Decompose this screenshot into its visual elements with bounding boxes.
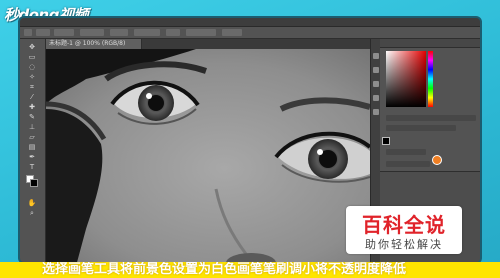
- background-color-swatch[interactable]: [30, 179, 38, 187]
- options-item[interactable]: [36, 29, 50, 36]
- eyedropper-tool-icon[interactable]: ⁄: [27, 93, 37, 101]
- magic-wand-tool-icon[interactable]: ✧: [27, 73, 37, 81]
- options-item[interactable]: [134, 29, 160, 36]
- move-tool-icon[interactable]: ✥: [27, 43, 37, 51]
- hue-slider[interactable]: [428, 51, 433, 107]
- options-item[interactable]: [80, 29, 104, 36]
- panel-row: [386, 149, 426, 155]
- clone-stamp-tool-icon[interactable]: ⊥: [27, 123, 37, 131]
- options-bar: [20, 27, 480, 39]
- pen-tool-icon[interactable]: ✒: [27, 153, 37, 161]
- eraser-tool-icon[interactable]: ▱: [27, 133, 37, 141]
- options-item[interactable]: [24, 29, 32, 36]
- panel-row: [386, 161, 430, 167]
- options-item[interactable]: [166, 29, 180, 36]
- properties-icon[interactable]: [373, 67, 379, 73]
- marquee-tool-icon[interactable]: ▭: [27, 53, 37, 61]
- title-bar: [20, 18, 480, 27]
- document-tab[interactable]: 未标题-1 @ 100% (RGB/8): [46, 39, 142, 49]
- lasso-tool-icon[interactable]: ◌: [27, 63, 37, 71]
- options-item[interactable]: [54, 29, 74, 36]
- image-canvas[interactable]: [46, 49, 370, 262]
- caption-text: 选择画笔工具将前景色设置为白色画笔笔刷调小将不透明度降低: [42, 262, 407, 277]
- panel-tabs[interactable]: [380, 39, 480, 48]
- gradient-tool-icon[interactable]: ▤: [27, 143, 37, 151]
- badge-title: 百科全说: [362, 213, 446, 237]
- brush-settings-icon[interactable]: [373, 81, 379, 87]
- zoom-tool-icon[interactable]: ⌕: [27, 209, 37, 217]
- brand-badge: 百科全说 助你轻松解决: [346, 206, 462, 254]
- character-icon[interactable]: [373, 95, 379, 101]
- brush-preset-icon[interactable]: [432, 155, 442, 165]
- badge-subtitle: 助你轻松解决: [365, 238, 443, 251]
- portrait-photo: [46, 49, 370, 262]
- crop-tool-icon[interactable]: ⌗: [27, 83, 37, 91]
- panel-row: [386, 125, 456, 131]
- color-swatch[interactable]: [382, 137, 390, 145]
- color-picker-field[interactable]: [386, 51, 426, 107]
- options-item[interactable]: [222, 29, 242, 36]
- type-tool-icon[interactable]: T: [27, 163, 37, 171]
- video-frame: 秒dong视频 ✥ ▭ ◌ ✧ ⌗ ⁄ ✚ ✎ ⊥ ▱ ▤ ✒ T ✋ ⌕ 未标…: [0, 0, 500, 278]
- tab-bar-empty: [142, 39, 370, 49]
- toolbox: ✥ ▭ ◌ ✧ ⌗ ⁄ ✚ ✎ ⊥ ▱ ▤ ✒ T ✋ ⌕: [20, 39, 46, 262]
- brush-tool-icon[interactable]: ✎: [27, 113, 37, 121]
- panel-row: [386, 115, 476, 121]
- options-item[interactable]: [110, 29, 128, 36]
- caption-bar: 选择画笔工具将前景色设置为白色画笔笔刷调小将不透明度降低: [0, 262, 500, 278]
- options-item[interactable]: [186, 29, 216, 36]
- history-icon[interactable]: [373, 53, 379, 59]
- paragraph-icon[interactable]: [373, 109, 379, 115]
- healing-tool-icon[interactable]: ✚: [27, 103, 37, 111]
- hand-tool-icon[interactable]: ✋: [27, 199, 37, 207]
